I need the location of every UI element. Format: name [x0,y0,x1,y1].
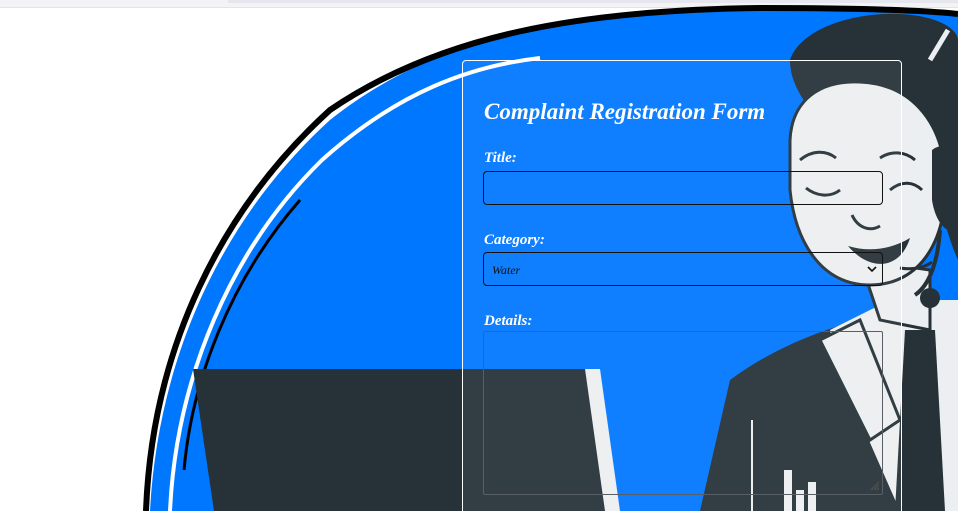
category-select[interactable]: Water [483,252,883,286]
details-label: Details: [484,313,533,329]
category-selected-value: Water [492,263,521,277]
page: Complaint Registration Form Title: Categ… [0,0,958,511]
chevron-down-icon [867,266,877,273]
details-textarea[interactable] [483,331,883,495]
resize-handle-icon[interactable] [868,479,880,491]
form-title: Complaint Registration Form [484,99,766,124]
headset-mic-tip [920,288,940,308]
title-label: Title: [484,150,517,166]
title-input[interactable] [483,171,883,205]
category-label: Category: [484,232,545,248]
complaint-form-card: Complaint Registration Form Title: Categ… [462,60,902,511]
